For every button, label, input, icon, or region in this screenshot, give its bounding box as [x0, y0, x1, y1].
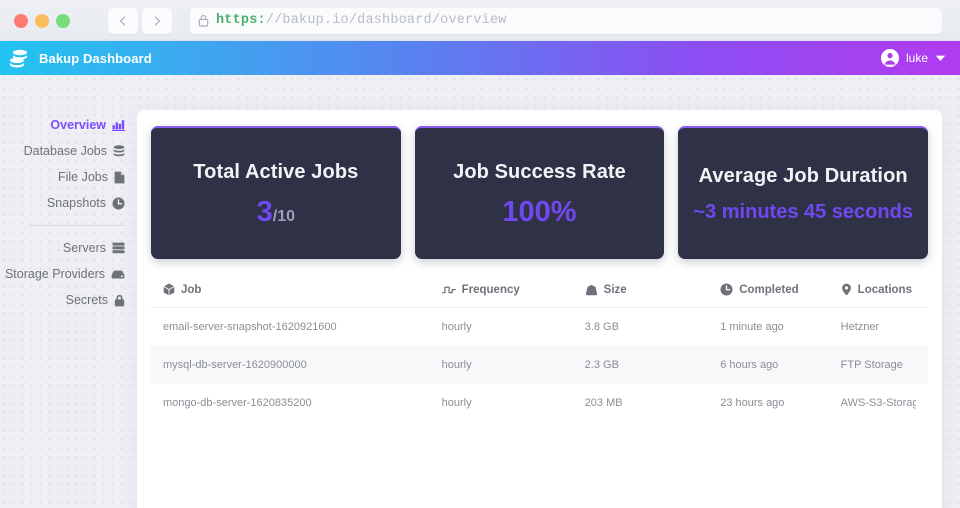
sidebar-divider [29, 225, 125, 226]
back-button[interactable] [108, 7, 138, 34]
stat-cards: Total Active Jobs 3/10 Job Success Rate … [151, 126, 929, 259]
main-panel: Total Active Jobs 3/10 Job Success Rate … [137, 110, 942, 508]
close-window-button[interactable] [14, 13, 28, 28]
sidebar-item-label: Servers [62, 241, 106, 255]
stat-card-title: Job Success Rate [453, 160, 626, 183]
map-pin-icon [841, 283, 851, 296]
table-row[interactable]: mongo-db-server-1620835200 hourly 203 MB… [151, 384, 928, 422]
server-icon [112, 242, 125, 254]
pulse-icon [441, 286, 456, 293]
window-controls [14, 13, 70, 28]
cell-location: FTP Storage [840, 359, 903, 371]
table-header-label: Completed [739, 283, 799, 296]
table-row[interactable]: email-server-snapshot-1620921600 hourly … [151, 308, 928, 346]
address-bar[interactable]: https://bakup.io/dashboard/overview [190, 7, 942, 34]
user-circle-icon [880, 49, 899, 67]
clock-icon [720, 283, 733, 296]
stat-card-job-success-rate: Job Success Rate 100% [414, 126, 665, 259]
sidebar-item-label: Secrets [65, 293, 108, 307]
stat-card-average-job-duration: Average Job Duration ~3 minutes 45 secon… [678, 126, 929, 259]
brand[interactable]: Bakup Dashboard [6, 45, 152, 71]
cell-job: mongo-db-server-1620835200 [163, 397, 312, 409]
table-header-row: Job Frequency Size Completed Locations [151, 283, 928, 308]
forward-button[interactable] [142, 7, 172, 34]
table-row[interactable]: mysql-db-server-1620900000 hourly 2.3 GB… [151, 346, 928, 384]
url-text: https://bakup.io/dashboard/overview [216, 13, 507, 28]
table-header-job[interactable]: Job [163, 283, 442, 296]
weight-icon [585, 284, 597, 295]
sidebar-item-database-jobs[interactable]: Database Jobs [0, 138, 137, 164]
url-scheme: https: [216, 13, 266, 28]
hard-drive-icon [111, 269, 125, 280]
chevron-down-icon[interactable] [935, 54, 946, 62]
cube-icon [163, 283, 175, 296]
sidebar-item-overview[interactable]: Overview [0, 112, 137, 138]
stat-card-value: ~3 minutes 45 seconds [693, 201, 913, 223]
sidebar-item-label: Snapshots [46, 196, 106, 210]
stat-card-value: 3/10 [256, 195, 296, 228]
table-header-locations[interactable]: Locations [841, 283, 916, 296]
clock-icon [112, 197, 125, 210]
sidebar-item-secrets[interactable]: Secrets [0, 287, 137, 313]
url-path: //bakup.io/dashboard/overview [265, 13, 507, 28]
sidebar-item-label: Database Jobs [23, 144, 107, 158]
stat-value-number: 3 [256, 195, 273, 228]
cell-size: 2.3 GB [584, 359, 619, 371]
stat-card-title: Average Job Duration [698, 165, 908, 187]
table-header-label: Job [181, 283, 202, 296]
minimize-window-button[interactable] [35, 13, 49, 28]
chevron-left-icon [119, 15, 126, 26]
cell-frequency: hourly [441, 321, 472, 333]
cell-completed: 23 hours ago [720, 397, 785, 409]
cell-location: AWS-S3-Storage [840, 397, 916, 409]
cell-job: mysql-db-server-1620900000 [163, 359, 307, 371]
sidebar-item-storage-providers[interactable]: Storage Providers [0, 261, 137, 287]
database-icon [113, 144, 125, 158]
sidebar-item-label: Storage Providers [4, 267, 105, 281]
sidebar-item-servers[interactable]: Servers [0, 235, 137, 261]
sidebar-item-file-jobs[interactable]: File Jobs [0, 164, 137, 190]
table-header-completed[interactable]: Completed [720, 283, 840, 296]
cell-completed: 1 minute ago [720, 321, 784, 333]
sidebar-item-snapshots[interactable]: Snapshots [0, 190, 137, 216]
table-header-label: Locations [857, 283, 912, 296]
table-header-label: Frequency [461, 283, 520, 296]
stat-card-total-active-jobs: Total Active Jobs 3/10 [151, 126, 401, 259]
sidebar-item-label: File Jobs [57, 170, 108, 184]
cell-completed: 6 hours ago [720, 359, 779, 371]
brand-title: Bakup Dashboard [39, 50, 152, 66]
navigation-buttons [108, 7, 172, 34]
chevron-right-icon [154, 15, 161, 26]
lock-icon [114, 294, 125, 307]
cell-frequency: hourly [441, 397, 472, 409]
sidebar-item-label: Overview [50, 118, 106, 132]
browser-toolbar: https://bakup.io/dashboard/overview [0, 0, 960, 41]
jobs-table: Job Frequency Size Completed Locations e… [151, 283, 928, 422]
table-header-size[interactable]: Size [585, 284, 721, 296]
table-header-frequency[interactable]: Frequency [441, 283, 585, 296]
lock-icon [198, 14, 209, 27]
stat-value-suffix: /10 [272, 207, 296, 225]
cell-job: email-server-snapshot-1620921600 [163, 321, 337, 333]
user-menu[interactable]: luke [880, 49, 946, 67]
database-stack-icon [10, 49, 27, 68]
user-name: luke [905, 51, 928, 65]
stat-card-title: Total Active Jobs [193, 160, 359, 183]
page-body: Overview Database Jobs File Jobs Snapsho… [0, 75, 960, 508]
stat-card-value: 100% [502, 195, 577, 228]
maximize-window-button[interactable] [56, 13, 70, 28]
bar-chart-icon [112, 119, 125, 131]
cell-size: 3.8 GB [584, 321, 619, 333]
table-header-label: Size [603, 283, 627, 296]
file-icon [114, 171, 125, 184]
cell-frequency: hourly [441, 359, 472, 371]
cell-size: 203 MB [584, 397, 623, 409]
cell-location: Hetzner [840, 321, 880, 333]
app-header: Bakup Dashboard luke [0, 41, 960, 75]
sidebar: Overview Database Jobs File Jobs Snapsho… [0, 75, 137, 313]
